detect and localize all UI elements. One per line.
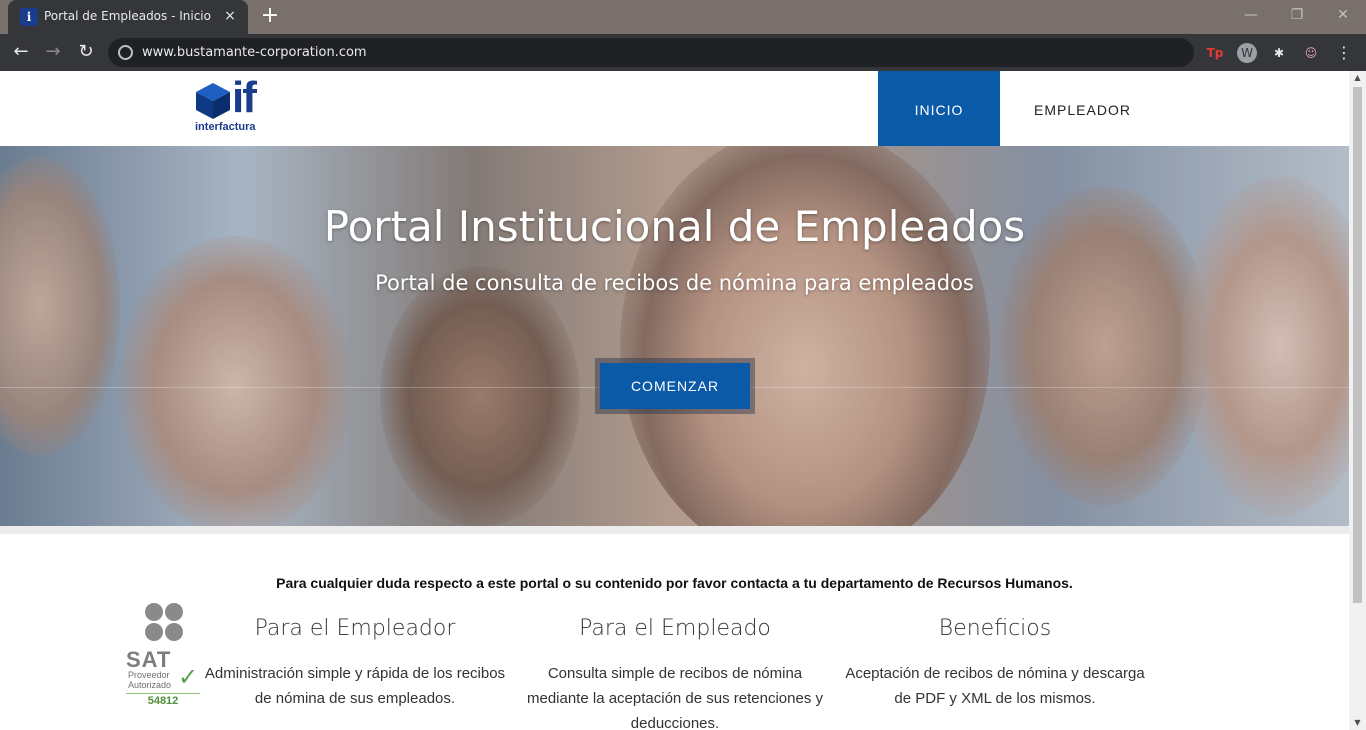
url-text: www.bustamante-corporation.com: [142, 45, 367, 60]
checkmark-icon: ✓: [178, 663, 199, 691]
feature-beneficios: Beneficios Aceptación de recibos de nómi…: [840, 616, 1150, 711]
interfactura-logo[interactable]: if interfactura: [194, 73, 270, 135]
hero-subtitle: Portal de consulta de recibos de nómina …: [375, 271, 974, 295]
page-scrollbar[interactable]: ▲ ▼: [1349, 71, 1366, 730]
sat-dot-icon: [145, 623, 163, 641]
forward-button[interactable]: →: [40, 39, 66, 65]
feature-title: Beneficios: [938, 616, 1052, 641]
logo-wordmark: interfactura: [195, 121, 256, 133]
sat-number: 54812: [126, 693, 200, 707]
sat-dot-icon: [165, 603, 183, 621]
comenzar-button-frame: COMENZAR: [595, 358, 755, 414]
sat-dot-icon: [145, 603, 163, 621]
profile-icon[interactable]: ☺: [1301, 43, 1321, 63]
scroll-up-icon[interactable]: ▲: [1349, 71, 1366, 85]
extensions-puzzle-icon[interactable]: ✱: [1269, 43, 1289, 63]
restore-button[interactable]: ❐: [1274, 4, 1320, 26]
browser-menu-icon[interactable]: ⋮: [1334, 43, 1354, 63]
feature-empleado: Para el Empleado Consulta simple de reci…: [520, 616, 830, 730]
browser-tab-bar: i Portal de Empleados - Inicio × + — ❐ ✕: [0, 0, 1366, 34]
feature-text: Administración simple y rápida de los re…: [204, 665, 506, 707]
comenzar-button[interactable]: COMENZAR: [600, 363, 750, 409]
browser-tab[interactable]: i Portal de Empleados - Inicio ×: [8, 0, 248, 34]
address-bar[interactable]: www.bustamante-corporation.com: [108, 38, 1194, 67]
scrollbar-thumb[interactable]: [1353, 87, 1362, 603]
hr-notice: Para cualquier duda respecto a este port…: [276, 575, 1073, 591]
feature-empleador: Para el Empleador Administración simple …: [200, 616, 510, 711]
feature-title: Para el Empleado: [579, 616, 771, 641]
close-tab-icon[interactable]: ×: [220, 6, 240, 26]
w-extension-icon[interactable]: W: [1237, 43, 1257, 63]
logo-mark: if: [232, 73, 257, 122]
sat-badge: SAT Proveedor Autorizado ✓ 54812: [126, 601, 202, 711]
sat-authorized-text: Autorizado: [128, 680, 172, 690]
browser-toolbar: ← → ↻ www.bustamante-corporation.com Tp …: [0, 34, 1366, 71]
feature-text: Aceptación de recibos de nómina y descar…: [845, 665, 1145, 707]
hero-banner: Portal Institucional de Empleados Portal…: [0, 146, 1349, 526]
tp-extension-icon[interactable]: Tp: [1205, 43, 1225, 63]
page-viewport: if interfactura INICIO EMPLEADOR Portal …: [0, 71, 1349, 730]
nav-empleador[interactable]: EMPLEADOR: [1010, 71, 1155, 146]
cube-logo-icon: [196, 83, 230, 119]
window-close-button[interactable]: ✕: [1320, 4, 1366, 26]
minimize-button[interactable]: —: [1228, 4, 1274, 26]
scroll-down-icon[interactable]: ▼: [1349, 716, 1366, 730]
section-divider: [0, 526, 1349, 534]
hero-title: Portal Institucional de Empleados: [323, 202, 1026, 251]
sat-dot-icon: [165, 623, 183, 641]
site-info-icon[interactable]: [118, 45, 133, 60]
feature-text: Consulta simple de recibos de nómina med…: [526, 665, 823, 730]
back-button[interactable]: ←: [8, 39, 34, 65]
nav-inicio[interactable]: INICIO: [878, 71, 1000, 146]
tab-title: Portal de Empleados - Inicio: [44, 9, 211, 23]
feature-title: Para el Empleador: [254, 616, 456, 641]
site-header: if interfactura INICIO EMPLEADOR: [0, 71, 1349, 146]
reload-button[interactable]: ↻: [73, 39, 99, 65]
favicon-icon: i: [20, 8, 38, 26]
sat-provider-text: Proveedor: [128, 670, 170, 680]
new-tab-button[interactable]: +: [258, 5, 282, 29]
